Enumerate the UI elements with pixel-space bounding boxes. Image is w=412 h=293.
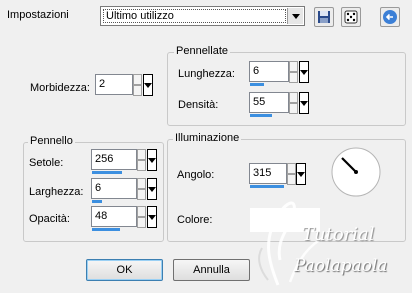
morbidezza-stepper[interactable]	[133, 74, 142, 96]
angolo-level-bar	[250, 185, 284, 188]
angolo-label: Angolo:	[177, 169, 215, 181]
preset-label: Impostazioni	[7, 9, 69, 21]
watermark-line1: Tutorial	[302, 224, 375, 245]
morbidezza-spin[interactable]: 2	[95, 74, 157, 100]
lunghezza-input[interactable]: 6	[249, 61, 289, 82]
setole-spin[interactable]: 256	[91, 149, 157, 175]
angolo-stepper[interactable]	[287, 163, 296, 185]
preset-select[interactable]: Ultimo utilizzo	[100, 6, 305, 26]
lunghezza-stepper[interactable]	[289, 61, 298, 83]
pennello-title: Pennello	[28, 135, 75, 148]
save-icon	[318, 11, 330, 23]
morbidezza-label: Morbidezza:	[30, 82, 90, 94]
lunghezza-level-bar	[250, 83, 264, 86]
angolo-spin[interactable]: 315	[249, 163, 307, 189]
larghezza-spin[interactable]: 6	[91, 178, 157, 204]
lunghezza-menu-button[interactable]	[299, 61, 309, 83]
opacita-spin[interactable]: 48	[91, 206, 157, 232]
densita-input[interactable]: 55	[249, 92, 289, 113]
pennellate-title: Pennellate	[174, 45, 230, 58]
lunghezza-label: Lunghezza:	[178, 68, 235, 80]
randomize-button[interactable]	[341, 7, 361, 27]
annulla-button[interactable]: Annulla	[173, 259, 250, 281]
morbidezza-input[interactable]: 2	[95, 74, 133, 95]
opacita-menu-button[interactable]	[147, 206, 157, 228]
colore-label: Colore:	[177, 214, 213, 226]
ok-button[interactable]: OK	[86, 259, 163, 281]
setole-stepper[interactable]	[137, 149, 146, 171]
larghezza-menu-button[interactable]	[147, 178, 157, 200]
illuminazione-title: Illuminazione	[173, 132, 242, 145]
setole-label: Setole:	[29, 157, 64, 169]
larghezza-stepper[interactable]	[137, 178, 146, 200]
densita-stepper[interactable]	[289, 92, 298, 114]
opacita-stepper[interactable]	[137, 206, 146, 228]
setole-input[interactable]: 256	[91, 149, 137, 170]
larghezza-level-bar	[92, 200, 102, 203]
watermark-line2: Paolapaola	[294, 256, 388, 276]
larghezza-label: Larghezza:	[29, 186, 84, 198]
save-preset-button[interactable]	[314, 7, 334, 27]
setole-level-bar	[92, 171, 122, 174]
preset-selected-value: Ultimo utilizzo	[103, 9, 286, 23]
densita-menu-button[interactable]	[299, 92, 309, 114]
opacita-input[interactable]: 48	[91, 206, 137, 227]
reset-icon	[383, 10, 397, 24]
larghezza-input[interactable]: 6	[91, 178, 137, 199]
lunghezza-spin[interactable]: 6	[249, 61, 309, 87]
densita-label: Densità:	[178, 99, 219, 111]
angolo-menu-button[interactable]	[296, 163, 306, 185]
randomize-dice-icon	[344, 10, 358, 24]
angolo-input[interactable]: 315	[249, 163, 287, 184]
reset-button[interactable]	[380, 7, 400, 27]
preset-dropdown-arrow[interactable]	[287, 8, 303, 24]
densita-spin[interactable]: 55	[249, 92, 309, 118]
densita-level-bar	[250, 114, 272, 117]
setole-menu-button[interactable]	[147, 149, 157, 171]
opacita-level-bar	[92, 228, 120, 231]
morbidezza-menu-button[interactable]	[143, 74, 153, 96]
opacita-label: Opacità:	[29, 213, 70, 225]
